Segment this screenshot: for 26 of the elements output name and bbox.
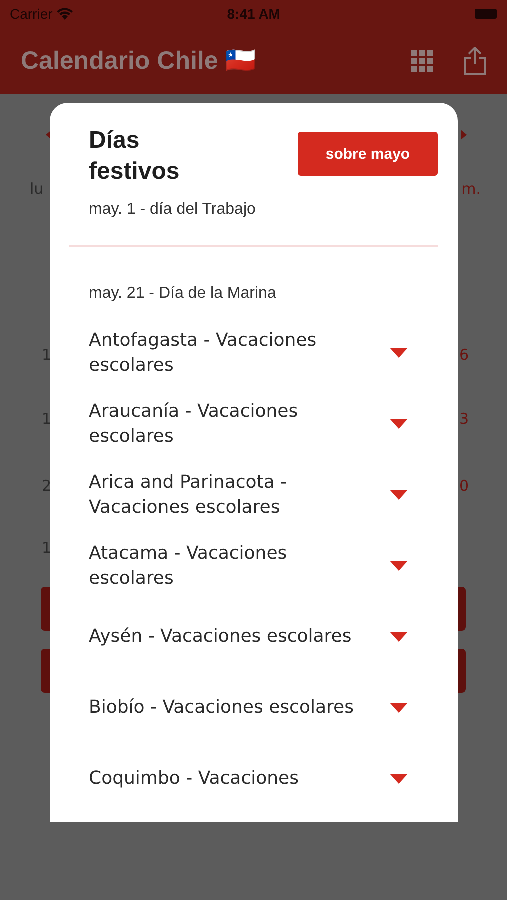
dropdown-triangle-icon[interactable] xyxy=(390,418,408,429)
regional-holiday-entry[interactable]: Arica and Parinacota - Vacaciones escolares xyxy=(89,470,369,520)
regional-holiday-entry[interactable]: Atacama - Vacaciones escolares xyxy=(89,540,369,591)
share-icon[interactable] xyxy=(463,47,487,75)
carrier-label: Carrier xyxy=(10,6,73,22)
dialog-title: Días festivos xyxy=(89,126,181,188)
dropdown-triangle-icon[interactable] xyxy=(390,560,408,571)
dropdown-triangle-icon[interactable] xyxy=(390,490,408,500)
dropdown-triangle-icon[interactable] xyxy=(390,702,408,713)
regional-holiday-entry[interactable]: Coquimbo - Vacaciones xyxy=(89,766,369,792)
clock-time: 8:41 AM xyxy=(226,6,282,22)
holiday-entry: may. 21 - Día de la Marina xyxy=(89,284,278,304)
grid-icon[interactable] xyxy=(411,50,433,72)
app-title: Calendario Chile 🇨🇱 xyxy=(21,46,258,76)
dropdown-triangle-icon[interactable] xyxy=(390,348,408,358)
regional-holiday-entry[interactable]: Araucanía - Vacaciones escolares xyxy=(89,398,369,449)
regional-holiday-entry[interactable]: Aysén - Vacaciones escolares xyxy=(89,624,369,650)
about-month-button[interactable]: sobre mayo xyxy=(298,132,438,176)
holiday-entry: may. 1 - día del Trabajo xyxy=(89,200,257,220)
regional-holiday-entry[interactable]: Biobío - Vacaciones escolares xyxy=(89,695,369,720)
wifi-icon xyxy=(56,8,73,20)
battery-icon xyxy=(475,9,497,19)
dropdown-triangle-icon[interactable] xyxy=(390,774,408,784)
dropdown-triangle-icon[interactable] xyxy=(390,632,408,642)
regional-holiday-entry[interactable]: Antofagasta - Vacaciones escolares xyxy=(89,328,369,378)
weekday-label: m. xyxy=(462,180,481,198)
